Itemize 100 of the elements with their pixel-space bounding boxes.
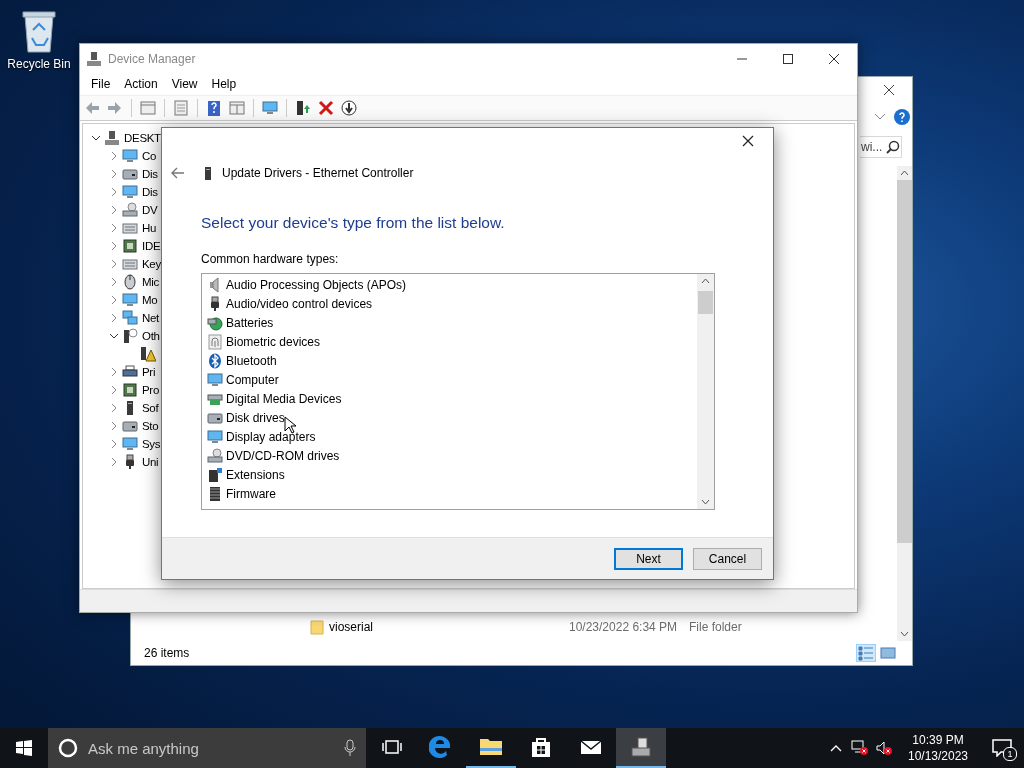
chevron-right-icon[interactable] [109,385,119,395]
list-item[interactable]: Audio Processing Objects (APOs) [226,277,407,292]
tree-item[interactable]: Sys [142,438,161,450]
list-item[interactable]: Bluetooth [226,353,277,368]
tree-item[interactable]: Dis [142,186,158,198]
list-item[interactable]: Digital Media Devices [226,391,342,406]
speaker-muted-icon[interactable] [875,740,893,756]
view-toggle[interactable] [856,644,876,662]
tree-item[interactable]: Hu [142,222,157,234]
tree-item[interactable]: Dis [142,168,158,180]
list-item[interactable]: Computer [226,372,279,387]
menu-item[interactable]: Action [117,75,165,93]
chevron-right-icon[interactable] [109,367,119,377]
puzzle-icon [207,466,223,483]
chevron-right-icon[interactable] [109,187,119,197]
taskbar-app[interactable] [616,728,666,768]
mouse-icon [122,274,138,290]
notifications-button[interactable]: 1 [980,728,1024,768]
menu-item[interactable]: Help [204,75,244,93]
search-field[interactable]: wi... [860,136,902,158]
chevron-right-icon[interactable] [109,457,119,467]
chevron-right-icon[interactable] [109,295,119,305]
menu-item[interactable]: File [84,75,118,93]
list-item[interactable]: Display adapters [226,429,316,444]
chevron-down-icon[interactable] [109,331,119,341]
window-title: Device Manager [108,51,197,66]
chevron-right-icon[interactable] [109,439,119,449]
document-icon [173,100,189,116]
list-item[interactable]: Batteries [226,315,274,330]
tree-item[interactable]: Sto [142,420,159,432]
network-disconnected-icon[interactable] [851,740,869,756]
clock-time: 10:39 PM [912,732,964,748]
list-label: Common hardware types: [201,251,340,267]
tree-item[interactable]: Sof [142,402,159,414]
list-item[interactable]: Extensions [226,467,285,482]
toolbar-button[interactable] [316,98,336,118]
tree-item[interactable]: Pri [142,366,156,378]
dialog-button[interactable]: Next [614,547,683,570]
chevron-right-icon[interactable] [109,169,119,179]
dialog-button[interactable]: Cancel [693,547,762,570]
search-field[interactable]: Ask me anything [88,739,334,757]
scrollbar-thumb[interactable] [698,291,713,314]
computer-icon [104,130,120,146]
tree-item[interactable]: Mic [142,276,159,288]
date-modified: 10/23/2022 6:34 PM [569,620,679,634]
search-field[interactable]: Ask me anything [48,728,366,768]
tree-item[interactable]: Mo [142,294,158,306]
battery-icon [207,314,223,331]
toolbar-button[interactable] [339,98,359,118]
hardware-list[interactable]: Audio Processing Objects (APOs) Audio/video control devices Batteries Biometric devices Bluetooth Computer Digital Media Devices Disk drives Display adapters DVD/CD-ROM drives Extensions Firmware [201,273,715,510]
scrollbar[interactable] [897,166,912,641]
list-item[interactable]: Disk drives [226,410,285,425]
tree-item[interactable]: Pro [142,384,159,396]
file-name[interactable]: vioserial [329,620,569,634]
circle-icon [58,738,78,758]
tree-item[interactable]: Net [142,312,159,324]
menu-item[interactable]: View [164,75,205,93]
tree-item[interactable]: IDE [142,240,161,252]
tree-item[interactable]: Oth [142,330,160,342]
bluetooth-icon [207,352,223,369]
tree-item[interactable]: DV [142,204,158,216]
monitor-icon [122,292,138,308]
clock[interactable]: 10:39 PM 10/13/2023 [896,732,980,764]
list-item[interactable]: Audio/video control devices [226,296,373,311]
windows-logo-icon [16,740,32,756]
computer-icon [629,735,653,759]
tree-item[interactable]: Co [142,150,157,162]
tree-item[interactable]: DESKT [124,132,161,144]
help-icon[interactable] [894,109,910,125]
chevron-right-icon[interactable] [109,277,119,287]
chevron-right-icon[interactable] [109,223,119,233]
tree-item[interactable]: Key [142,258,161,270]
browser-icon [429,735,453,759]
scrollbar[interactable] [697,274,714,509]
chevron-right-icon[interactable] [109,205,119,215]
view-toggle[interactable] [878,644,898,662]
chevron-right-icon[interactable] [109,259,119,269]
list-item[interactable]: Firmware [226,486,276,501]
chevron-right-icon[interactable] [109,313,119,323]
shopping-bag-icon [529,735,553,759]
chevron-right-icon[interactable] [109,241,119,251]
chevron-right-icon[interactable] [109,421,119,431]
icon-label: Recycle Bin [7,57,71,71]
chevron-right-icon[interactable] [109,151,119,161]
chevron-up-icon[interactable] [830,744,842,752]
chip-icon [122,382,138,398]
recycle-bin-icon [19,8,59,54]
drive-icon [122,418,138,434]
tree-item[interactable]: Uni [142,456,159,468]
notification-count: 1 [1003,747,1017,761]
back-button[interactable] [170,165,186,181]
scrollbar-thumb[interactable] [897,180,912,543]
list-item[interactable]: Biometric devices [226,334,321,349]
keyboard-icon [122,256,138,272]
clock-date: 10/13/2023 [907,748,969,764]
download-circle-icon [341,100,357,116]
window-icon [229,100,245,116]
chevron-right-icon[interactable] [109,403,119,413]
chevron-down-icon[interactable] [91,133,101,143]
list-item[interactable]: DVD/CD-ROM drives [226,448,340,463]
